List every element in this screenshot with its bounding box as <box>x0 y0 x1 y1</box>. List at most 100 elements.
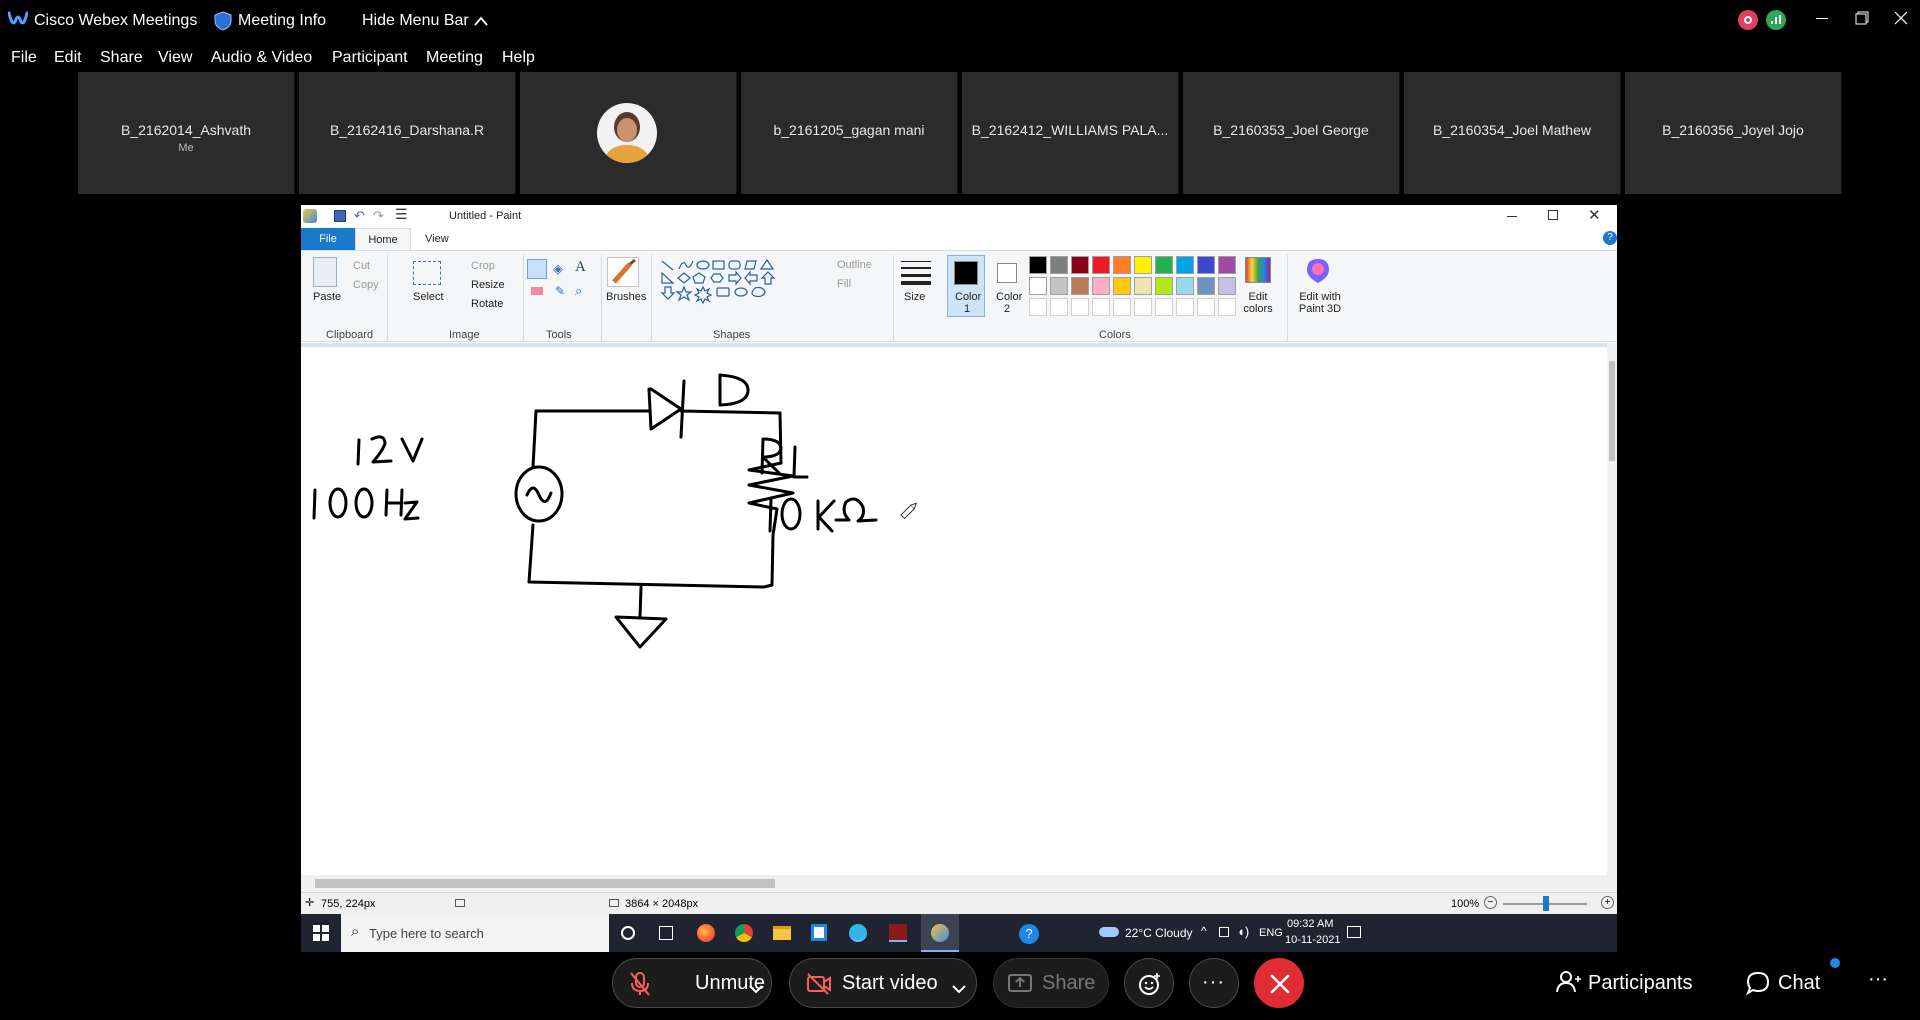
menu-meeting[interactable]: Meeting <box>426 49 483 67</box>
chrome-icon[interactable] <box>735 924 753 942</box>
overflow-menu-icon[interactable]: ··· <box>1868 968 1888 991</box>
palette-color-swatch[interactable] <box>1071 277 1089 295</box>
shapes-gallery[interactable] <box>659 257 809 315</box>
weather-text[interactable]: 22°C Cloudy <box>1125 926 1193 940</box>
chevron-up-icon[interactable] <box>473 14 489 32</box>
more-options-button[interactable]: ··· <box>1189 958 1239 1008</box>
participant-tile[interactable]: B_2162014_Ashvath Me <box>78 72 295 194</box>
palette-color-swatch[interactable] <box>1134 256 1152 274</box>
menu-file[interactable]: File <box>11 49 37 67</box>
redo-icon[interactable]: ↷ <box>373 208 384 224</box>
cortana-icon[interactable] <box>621 926 635 940</box>
webex-taskbar-icon[interactable] <box>849 924 867 942</box>
horizontal-scroll-thumb[interactable] <box>315 879 775 888</box>
size-button[interactable]: Size <box>904 291 925 303</box>
quick-access-menu-icon[interactable]: ☰ <box>395 206 408 223</box>
palette-color-swatch[interactable] <box>1113 277 1131 295</box>
palette-color-swatch[interactable] <box>1218 256 1236 274</box>
palette-color-swatch[interactable] <box>1155 298 1173 316</box>
cut-button[interactable]: Cut <box>353 260 370 272</box>
start-video-button[interactable]: Start video <box>789 958 977 1008</box>
undo-icon[interactable]: ↶ <box>354 208 365 224</box>
text-tool-icon[interactable]: A <box>575 259 586 276</box>
network-health-icon[interactable] <box>1766 10 1786 30</box>
palette-color-swatch[interactable] <box>1092 256 1110 274</box>
palette-color-swatch[interactable] <box>1029 277 1047 295</box>
crop-button[interactable]: Crop <box>471 260 495 272</box>
video-options-chevron-icon[interactable] <box>952 977 966 1000</box>
rotate-button[interactable]: Rotate <box>471 298 503 310</box>
tab-file[interactable]: File <box>301 228 355 250</box>
tab-view[interactable]: View <box>425 233 449 245</box>
eraser-icon[interactable] <box>531 287 543 295</box>
participant-tile[interactable]: B_2160353_Joel George <box>1183 72 1400 194</box>
participant-tile[interactable]: B_2160356_Joyel Jojo <box>1625 72 1842 194</box>
help-taskbar-icon[interactable]: ? <box>1019 924 1039 944</box>
palette-color-swatch[interactable] <box>1134 277 1152 295</box>
select-icon[interactable] <box>413 261 441 285</box>
paint3d-icon[interactable] <box>1305 257 1331 285</box>
palette-color-swatch[interactable] <box>1092 277 1110 295</box>
select-button[interactable]: Select <box>413 291 444 303</box>
help-icon[interactable]: ? <box>1603 231 1617 245</box>
palette-color-swatch[interactable] <box>1050 256 1068 274</box>
paint-close-icon[interactable]: ✕ <box>1588 206 1601 224</box>
horizontal-scrollbar[interactable] <box>301 875 1617 892</box>
participant-tile[interactable]: b_2161205_gagan mani <box>741 72 958 194</box>
participant-tile[interactable]: B_2160354_Joel Mathew <box>1404 72 1621 194</box>
paste-button[interactable]: Paste <box>313 291 341 303</box>
windows-start-icon[interactable] <box>313 925 329 946</box>
palette-color-swatch[interactable] <box>1071 256 1089 274</box>
tray-chevron-up-icon[interactable]: ^ <box>1201 924 1207 938</box>
tab-home[interactable]: Home <box>355 228 411 251</box>
palette-color-swatch[interactable] <box>1197 277 1215 295</box>
palette-color-swatch[interactable] <box>1197 298 1215 316</box>
minimize-icon[interactable] <box>1816 18 1828 19</box>
participant-tile[interactable]: B_2162412_WILLIAMS PALA... <box>962 72 1179 194</box>
menu-participant[interactable]: Participant <box>332 49 408 67</box>
color2-swatch[interactable] <box>997 263 1017 283</box>
volume-icon[interactable]: ◖) <box>1237 924 1249 939</box>
edit-with-paint3d-button[interactable]: Edit with Paint 3D <box>1295 291 1345 315</box>
restore-icon[interactable] <box>1855 11 1869 30</box>
palette-color-swatch[interactable] <box>1050 298 1068 316</box>
palette-color-swatch[interactable] <box>1113 298 1131 316</box>
reactions-button[interactable] <box>1124 958 1174 1008</box>
zoom-out-icon[interactable]: − <box>1484 896 1497 909</box>
menu-edit[interactable]: Edit <box>54 49 82 67</box>
firefox-icon[interactable] <box>697 924 715 942</box>
magnifier-icon[interactable]: ⌕ <box>575 283 582 299</box>
fill-button[interactable]: Fill <box>837 278 851 290</box>
color-picker-icon[interactable]: ✎ <box>555 284 565 298</box>
size-icon[interactable] <box>901 259 931 285</box>
paste-icon[interactable] <box>313 257 337 287</box>
save-icon[interactable] <box>334 210 346 222</box>
unmute-button[interactable]: Unmute <box>612 958 772 1008</box>
color2-label[interactable]: Color <box>996 291 1022 303</box>
file-explorer-icon[interactable] <box>773 926 791 940</box>
outline-button[interactable]: Outline <box>837 259 872 271</box>
participant-tile-host[interactable] <box>520 72 737 194</box>
notification-center-icon[interactable] <box>1347 926 1361 938</box>
shield-icon[interactable] <box>214 11 232 36</box>
leave-meeting-button[interactable] <box>1254 958 1304 1008</box>
paint-canvas[interactable] <box>301 343 1607 875</box>
resize-button[interactable]: Resize <box>471 279 505 291</box>
vertical-scroll-thumb[interactable] <box>1609 361 1615 461</box>
app-taskbar-icon[interactable] <box>889 924 907 942</box>
palette-color-swatch[interactable] <box>1176 298 1194 316</box>
clock-time[interactable]: 09:32 AM <box>1287 918 1333 930</box>
chat-button[interactable]: Chat <box>1744 958 1840 1008</box>
edit-colors-button[interactable]: Edit colors <box>1241 291 1275 315</box>
palette-color-swatch[interactable] <box>1197 256 1215 274</box>
palette-color-swatch[interactable] <box>1155 277 1173 295</box>
menu-share[interactable]: Share <box>100 49 143 67</box>
language-indicator[interactable]: ENG <box>1259 927 1283 939</box>
palette-color-swatch[interactable] <box>1176 277 1194 295</box>
close-icon[interactable] <box>1894 11 1908 30</box>
palette-color-swatch[interactable] <box>1176 256 1194 274</box>
edit-colors-icon[interactable] <box>1245 257 1271 283</box>
palette-color-swatch[interactable] <box>1050 277 1068 295</box>
palette-color-swatch[interactable] <box>1071 298 1089 316</box>
palette-color-swatch[interactable] <box>1218 277 1236 295</box>
